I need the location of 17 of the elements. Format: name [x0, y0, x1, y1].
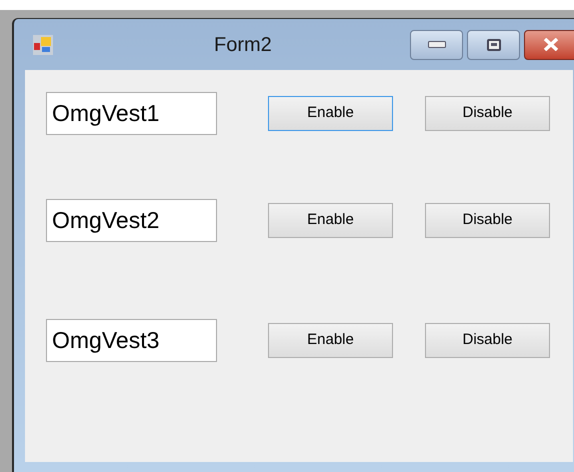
disable-button[interactable]: Disable: [425, 323, 550, 358]
enable-button[interactable]: Enable: [268, 323, 393, 358]
window-title: Form2: [214, 32, 272, 58]
text-field[interactable]: OmgVest1: [46, 92, 217, 135]
app-icon: [32, 34, 54, 56]
enable-button[interactable]: Enable: [268, 203, 393, 238]
minimize-icon: [428, 41, 446, 48]
close-icon: [543, 38, 559, 51]
enable-button[interactable]: Enable: [268, 96, 393, 131]
text-field[interactable]: OmgVest3: [46, 319, 217, 362]
close-button[interactable]: [524, 30, 574, 60]
maximize-button[interactable]: [467, 30, 520, 60]
text-field[interactable]: OmgVest2: [46, 199, 217, 242]
disable-button[interactable]: Disable: [425, 96, 550, 131]
restore-icon: [486, 38, 500, 50]
disable-button[interactable]: Disable: [425, 203, 550, 238]
minimize-button[interactable]: [410, 30, 463, 60]
